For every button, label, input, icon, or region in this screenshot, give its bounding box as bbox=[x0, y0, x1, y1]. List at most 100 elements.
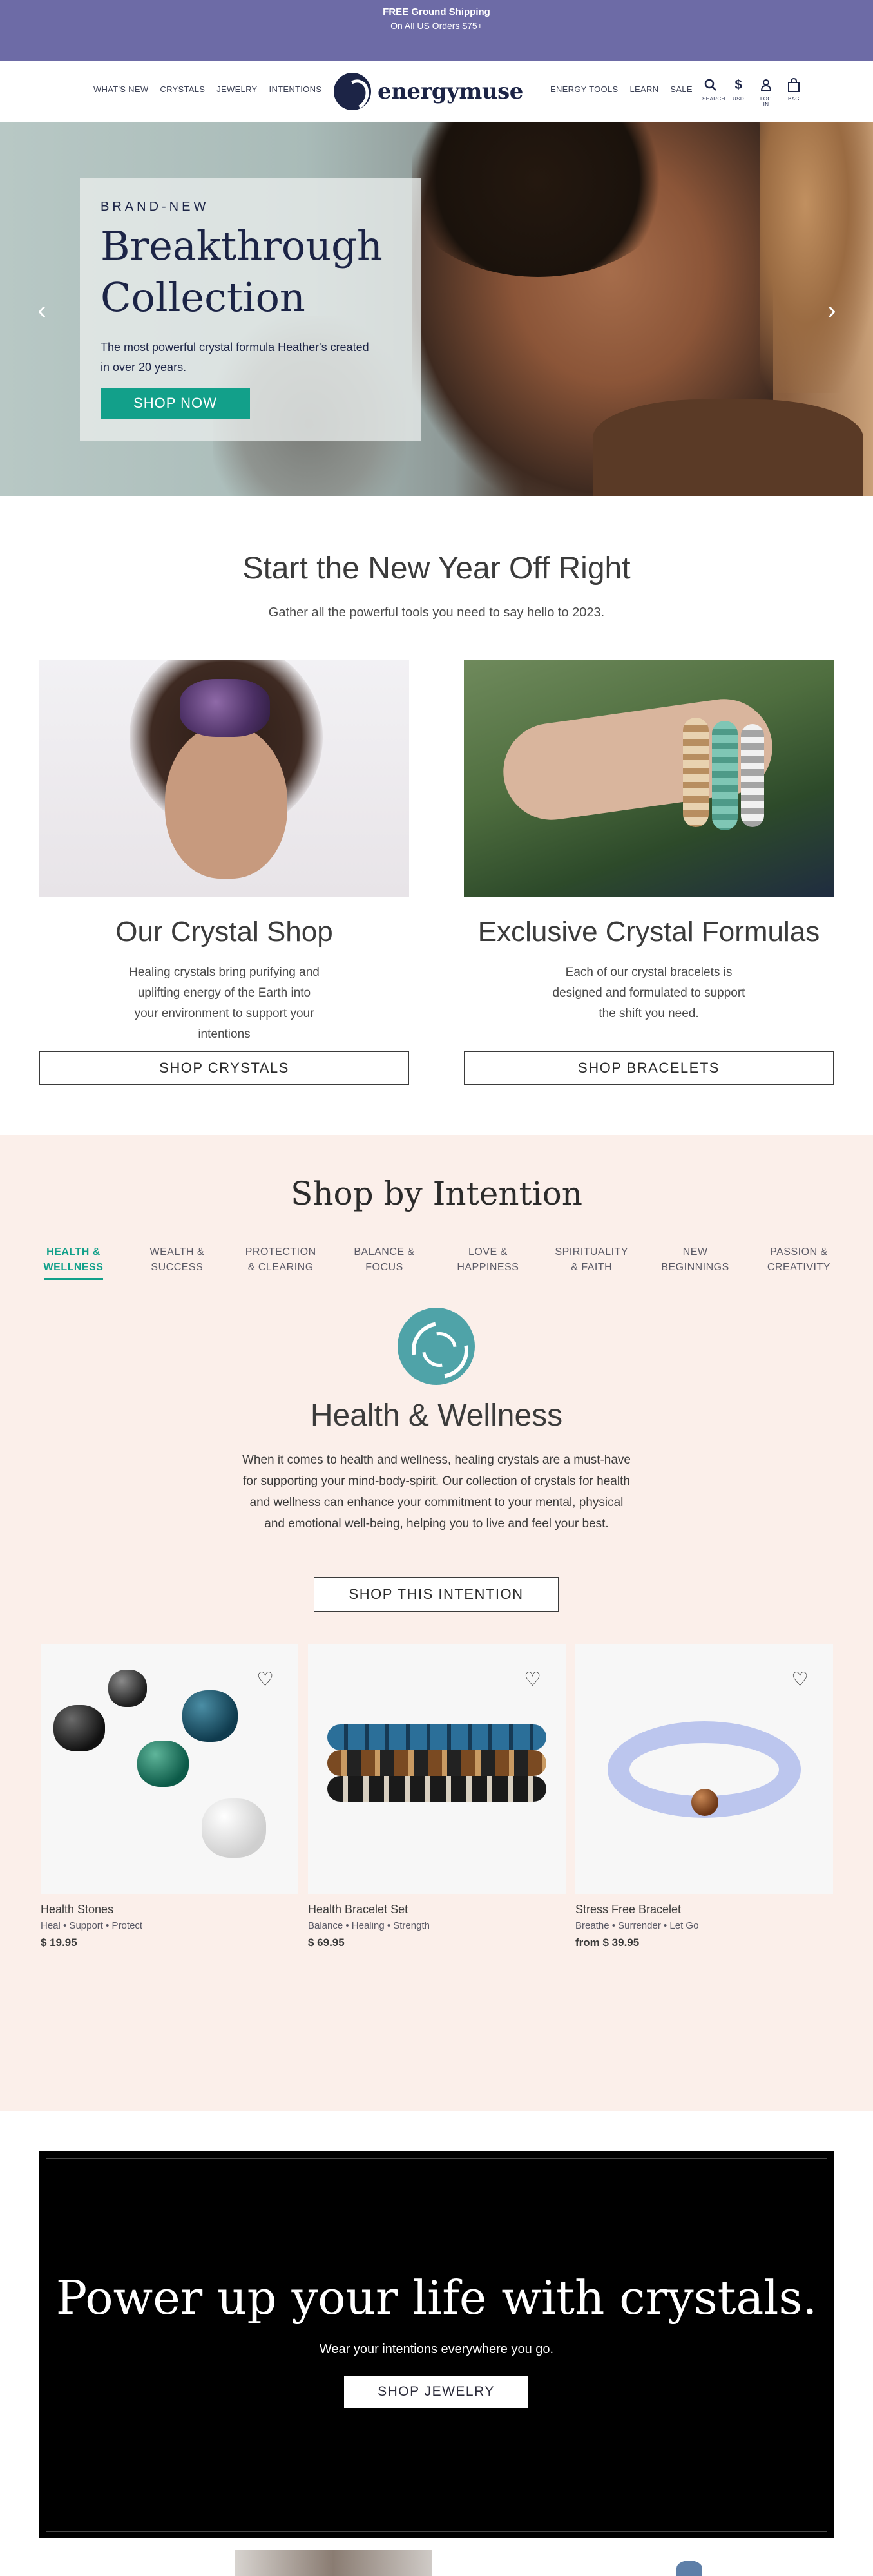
product-price: $ 69.95 bbox=[308, 1936, 345, 1949]
product-tags: Breathe • Surrender • Let Go bbox=[575, 1920, 699, 1931]
product-card[interactable]: ♡ Stress Free Bracelet Breathe • Surrend… bbox=[575, 1644, 833, 1949]
product-card[interactable]: ♡ Health Bracelet Set Balance • Healing … bbox=[308, 1644, 566, 1949]
announcement-bar: FREE Ground Shipping On All US Orders $7… bbox=[0, 0, 873, 61]
tab-passion-creativity[interactable]: PASSION & CREATIVITY bbox=[754, 1245, 844, 1283]
tab-label-line1: BALANCE & bbox=[354, 1246, 415, 1257]
shop-crystals-button[interactable]: SHOP CRYSTALS bbox=[39, 1051, 409, 1085]
bag-label: BAG bbox=[787, 96, 800, 102]
tab-label-line1: LOVE & bbox=[468, 1246, 508, 1257]
tab-label-line2: & CLEARING bbox=[247, 1262, 314, 1273]
tab-label-line1: WEALTH & bbox=[149, 1246, 205, 1257]
nav-learn[interactable]: LEARN bbox=[629, 84, 658, 94]
next-section-image bbox=[235, 2550, 432, 2576]
heart-icon[interactable]: ♡ bbox=[524, 1668, 541, 1691]
tab-label-line2: BEGINNINGS bbox=[661, 1262, 729, 1273]
tab-label-line1: PROTECTION bbox=[245, 1246, 316, 1257]
nav-energy-tools[interactable]: ENERGY TOOLS bbox=[550, 84, 618, 94]
site-logo[interactable]: energymuse bbox=[334, 70, 539, 113]
nav-crystals[interactable]: CRYSTALS bbox=[160, 84, 205, 94]
tab-label-line2: SUCCESS bbox=[151, 1262, 204, 1273]
product-image[interactable]: ♡ bbox=[41, 1644, 298, 1894]
heart-icon[interactable]: ♡ bbox=[256, 1668, 274, 1691]
crystal-shop-card: Our Crystal Shop Healing crystals bring … bbox=[39, 660, 409, 1085]
carousel-next-icon[interactable]: › bbox=[822, 291, 841, 330]
hero-image-shirt bbox=[593, 399, 863, 496]
search-icon bbox=[702, 77, 719, 93]
product-name[interactable]: Stress Free Bracelet bbox=[575, 1903, 833, 1916]
nav-intentions[interactable]: INTENTIONS bbox=[269, 84, 322, 94]
shop-now-button[interactable]: SHOP NOW bbox=[101, 388, 250, 419]
next-section-image-2 bbox=[676, 2561, 702, 2576]
tab-health-wellness[interactable]: HEALTH & WELLNESS bbox=[28, 1245, 119, 1283]
hero-description: The most powerful crystal formula Heathe… bbox=[101, 341, 369, 374]
bag-button[interactable]: BAG bbox=[785, 77, 802, 108]
tab-protection-clearing[interactable]: PROTECTION & CLEARING bbox=[236, 1245, 326, 1283]
hero-eyebrow: BRAND-NEW bbox=[101, 200, 209, 214]
product-name[interactable]: Health Bracelet Set bbox=[308, 1903, 566, 1916]
announcement-title: FREE Ground Shipping bbox=[383, 6, 490, 17]
intention-heading: Health & Wellness bbox=[310, 1398, 563, 1433]
product-price: $ 19.95 bbox=[41, 1936, 77, 1949]
product-price: from $ 39.95 bbox=[575, 1936, 640, 1949]
bag-icon bbox=[785, 77, 802, 93]
crystal-shop-description: Healing crystals bring purifying and upl… bbox=[129, 966, 320, 1041]
product-name[interactable]: Health Stones bbox=[41, 1903, 298, 1916]
nav-sale[interactable]: SALE bbox=[670, 84, 692, 94]
product-image[interactable]: ♡ bbox=[308, 1644, 566, 1894]
search-label: SEARCH bbox=[702, 96, 725, 102]
tab-spirituality-faith[interactable]: SPIRITUALITY & FAITH bbox=[546, 1245, 637, 1283]
hero-title: Breakthrough Collection bbox=[101, 220, 410, 323]
jewelry-promo-banner: Power up your life with crystals. Wear y… bbox=[39, 2151, 834, 2538]
promo-title: Power up your life with crystals. bbox=[55, 2271, 818, 2325]
primary-nav-right: ENERGY TOOLS LEARN SALE bbox=[550, 84, 693, 94]
dollar-icon: $ bbox=[734, 77, 742, 92]
new-year-title: Start the New Year Off Right bbox=[242, 551, 631, 586]
hero-image-chair bbox=[760, 122, 873, 393]
primary-nav-left: WHAT'S NEW CRYSTALS JEWELRY INTENTIONS bbox=[93, 84, 321, 94]
hero-title-line2: Collection bbox=[101, 274, 305, 321]
tab-label-line1: HEALTH & bbox=[46, 1246, 101, 1257]
intention-tabs: HEALTH & WELLNESS WEALTH & SUCCESS PROTECT… bbox=[28, 1245, 844, 1283]
hero-banner: BRAND-NEW Breakthrough Collection The mo… bbox=[0, 122, 873, 496]
carousel-prev-icon[interactable]: ‹ bbox=[32, 291, 52, 330]
tab-label-line1: PASSION & bbox=[770, 1246, 828, 1257]
site-header: WHAT'S NEW CRYSTALS JEWELRY INTENTIONS e… bbox=[0, 61, 873, 122]
search-button[interactable]: SEARCH bbox=[702, 77, 725, 108]
intention-title: Shop by Intention bbox=[291, 1175, 582, 1212]
login-label: LOG IN bbox=[760, 96, 772, 108]
new-year-subtitle: Gather all the powerful tools you need t… bbox=[268, 606, 605, 620]
logo-mark-icon bbox=[334, 73, 371, 110]
crystal-shop-image[interactable] bbox=[39, 660, 409, 897]
currency-button[interactable]: $ USD bbox=[730, 77, 747, 108]
wellness-symbol-icon bbox=[398, 1308, 475, 1385]
product-card[interactable]: ♡ Health Stones Heal • Support • Protect… bbox=[41, 1644, 298, 1949]
tab-label-line1: SPIRITUALITY bbox=[555, 1246, 628, 1257]
tab-label-line2: HAPPINESS bbox=[457, 1262, 519, 1273]
tab-wealth-success[interactable]: WEALTH & SUCCESS bbox=[132, 1245, 222, 1283]
crystal-formulas-image[interactable] bbox=[464, 660, 834, 897]
shop-bracelets-button[interactable]: SHOP BRACELETS bbox=[464, 1051, 834, 1085]
nav-jewelry[interactable]: JEWELRY bbox=[216, 84, 257, 94]
tab-label-line2: FOCUS bbox=[365, 1262, 403, 1273]
product-image[interactable]: ♡ bbox=[575, 1644, 833, 1894]
crystal-formulas-title: Exclusive Crystal Formulas bbox=[477, 916, 820, 948]
tab-label-line2: & FAITH bbox=[571, 1262, 613, 1273]
product-tags: Heal • Support • Protect bbox=[41, 1920, 143, 1931]
header-utilities: SEARCH $ USD LOG IN BAG bbox=[702, 77, 802, 108]
user-icon bbox=[758, 77, 774, 93]
tab-label-line1: NEW bbox=[682, 1246, 708, 1257]
heart-icon[interactable]: ♡ bbox=[791, 1668, 809, 1691]
tab-love-happiness[interactable]: LOVE & HAPPINESS bbox=[443, 1245, 533, 1283]
tab-new-beginnings[interactable]: NEW BEGINNINGS bbox=[650, 1245, 740, 1283]
shop-this-intention-button[interactable]: SHOP THIS INTENTION bbox=[314, 1577, 559, 1612]
promo-subtitle: Wear your intentions everywhere you go. bbox=[319, 2342, 554, 2356]
tab-balance-focus[interactable]: BALANCE & FOCUS bbox=[340, 1245, 430, 1283]
product-tags: Balance • Healing • Strength bbox=[308, 1920, 430, 1931]
login-button[interactable]: LOG IN bbox=[758, 77, 774, 108]
crystal-formulas-description: Each of our crystal bracelets is designe… bbox=[552, 966, 745, 1020]
shop-by-intention-section: Shop by Intention HEALTH & WELLNESS WEALT… bbox=[0, 1135, 873, 2111]
shop-jewelry-button[interactable]: SHOP JEWELRY bbox=[344, 2376, 528, 2408]
logo-text: energymuse bbox=[378, 79, 523, 104]
announcement-subtitle: On All US Orders $75+ bbox=[390, 21, 483, 31]
nav-whats-new[interactable]: WHAT'S NEW bbox=[93, 84, 148, 94]
